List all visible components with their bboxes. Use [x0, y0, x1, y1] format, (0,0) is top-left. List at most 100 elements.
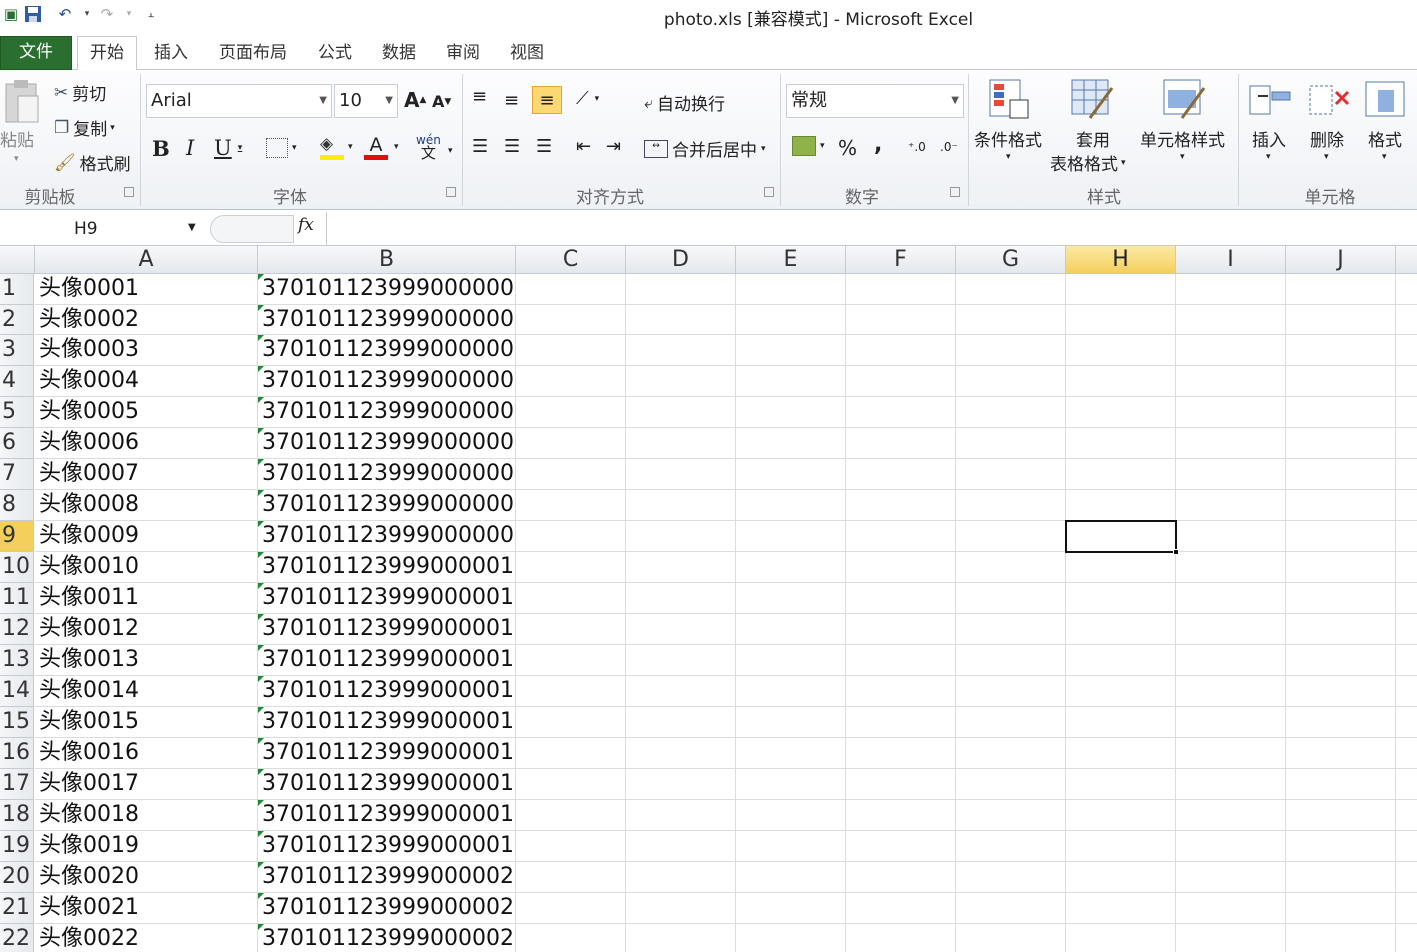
cell[interactable] [626, 305, 736, 335]
chevron-down-icon[interactable]: ▾ [1324, 152, 1329, 162]
cell[interactable] [1176, 552, 1286, 583]
cell[interactable] [1286, 305, 1396, 335]
cell[interactable] [736, 335, 846, 366]
cell[interactable] [956, 583, 1066, 614]
font-color-button[interactable]: A ▾ [364, 134, 399, 160]
select-all-corner[interactable] [0, 246, 35, 274]
cell[interactable] [1286, 924, 1396, 952]
cell-b[interactable]: 3701011239990000010 [258, 552, 516, 583]
column-header-g[interactable]: G [956, 246, 1066, 274]
cell-b[interactable]: 3701011239990000004 [258, 366, 516, 397]
cell[interactable] [1176, 800, 1286, 831]
cell[interactable] [1396, 490, 1417, 521]
cell[interactable] [516, 831, 626, 862]
cell[interactable] [736, 800, 846, 831]
cell[interactable] [1176, 459, 1286, 490]
cell[interactable] [1176, 335, 1286, 366]
cell[interactable] [736, 490, 846, 521]
cell[interactable] [1396, 397, 1417, 428]
cell[interactable] [1286, 459, 1396, 490]
cell-a[interactable]: 头像0006 [35, 428, 258, 459]
decrease-decimal-icon[interactable]: .0⁻ [940, 140, 958, 154]
chevron-down-icon[interactable]: ▾ [1180, 152, 1185, 162]
cell[interactable] [1286, 490, 1396, 521]
cell[interactable] [626, 335, 736, 366]
row-header[interactable]: 3 [0, 335, 34, 366]
cell-b[interactable]: 3701011239990000021 [258, 893, 516, 924]
cell[interactable] [626, 490, 736, 521]
cell[interactable] [1066, 552, 1176, 583]
cell[interactable] [1066, 459, 1176, 490]
cell[interactable] [1396, 305, 1417, 335]
cell-b[interactable]: 3701011239990000017 [258, 769, 516, 800]
cell[interactable] [736, 366, 846, 397]
cell[interactable] [516, 552, 626, 583]
cell[interactable] [626, 366, 736, 397]
cell[interactable] [846, 397, 956, 428]
cell[interactable] [1286, 893, 1396, 924]
row-header[interactable]: 19 [0, 831, 34, 862]
chevron-down-icon[interactable]: ▾ [1266, 152, 1271, 162]
increase-decimal-icon[interactable]: ⁺.0 [908, 140, 926, 154]
cell[interactable] [1066, 274, 1176, 305]
conditional-formatting-icon[interactable] [988, 78, 1032, 122]
cell[interactable] [1286, 769, 1396, 800]
cell[interactable] [846, 490, 956, 521]
cell[interactable] [1066, 769, 1176, 800]
cell[interactable] [1396, 614, 1417, 645]
row-header[interactable]: 4 [0, 366, 34, 397]
cell[interactable] [1286, 335, 1396, 366]
cell[interactable] [1066, 305, 1176, 335]
cell-b[interactable]: 3701011239990000014 [258, 676, 516, 707]
cell[interactable] [626, 583, 736, 614]
cell-b[interactable]: 3701011239990000022 [258, 924, 516, 952]
cell[interactable] [1176, 490, 1286, 521]
shrink-font-button[interactable]: A ▼ [432, 92, 451, 111]
number-launcher-icon[interactable] [950, 187, 960, 197]
row-header[interactable]: 9 [0, 521, 34, 552]
cell[interactable] [956, 862, 1066, 893]
cell[interactable] [1286, 552, 1396, 583]
align-middle-icon[interactable]: ≡ [504, 90, 519, 111]
cell[interactable] [1396, 274, 1417, 305]
cell[interactable] [516, 459, 626, 490]
cell[interactable] [846, 831, 956, 862]
cell[interactable] [736, 893, 846, 924]
cell[interactable] [1286, 274, 1396, 305]
cell[interactable] [626, 428, 736, 459]
cell[interactable] [1066, 645, 1176, 676]
cell[interactable] [516, 862, 626, 893]
row-header[interactable]: 14 [0, 676, 34, 707]
cell[interactable] [1396, 862, 1417, 893]
cell[interactable] [736, 769, 846, 800]
cell[interactable] [1286, 831, 1396, 862]
cell[interactable] [1176, 614, 1286, 645]
cut-button[interactable]: ✂ 剪切 [54, 80, 106, 106]
percent-button[interactable]: % [838, 136, 857, 160]
row-header[interactable]: 6 [0, 428, 34, 459]
cell[interactable] [516, 366, 626, 397]
cell[interactable] [846, 893, 956, 924]
cell[interactable] [516, 428, 626, 459]
align-bottom-icon[interactable]: ≡ [532, 86, 562, 114]
row-header[interactable]: 10 [0, 552, 34, 583]
cell[interactable] [736, 862, 846, 893]
cell-a[interactable]: 头像0007 [35, 459, 258, 490]
cell[interactable] [626, 893, 736, 924]
cell[interactable] [956, 676, 1066, 707]
cell-b[interactable]: 3701011239990000018 [258, 800, 516, 831]
cell[interactable] [516, 397, 626, 428]
cell[interactable] [1176, 645, 1286, 676]
cell[interactable] [736, 305, 846, 335]
cell[interactable] [846, 366, 956, 397]
cell-styles-icon[interactable] [1162, 78, 1206, 122]
cell[interactable] [1396, 676, 1417, 707]
grow-font-button[interactable]: A ▲ [404, 88, 426, 112]
cell[interactable] [1286, 645, 1396, 676]
cell[interactable] [846, 676, 956, 707]
cell[interactable] [736, 614, 846, 645]
format-as-table-icon[interactable] [1070, 78, 1114, 122]
insert-function-icon[interactable]: fx [298, 215, 314, 235]
column-header-a[interactable]: A [35, 246, 258, 274]
cell[interactable] [1066, 614, 1176, 645]
